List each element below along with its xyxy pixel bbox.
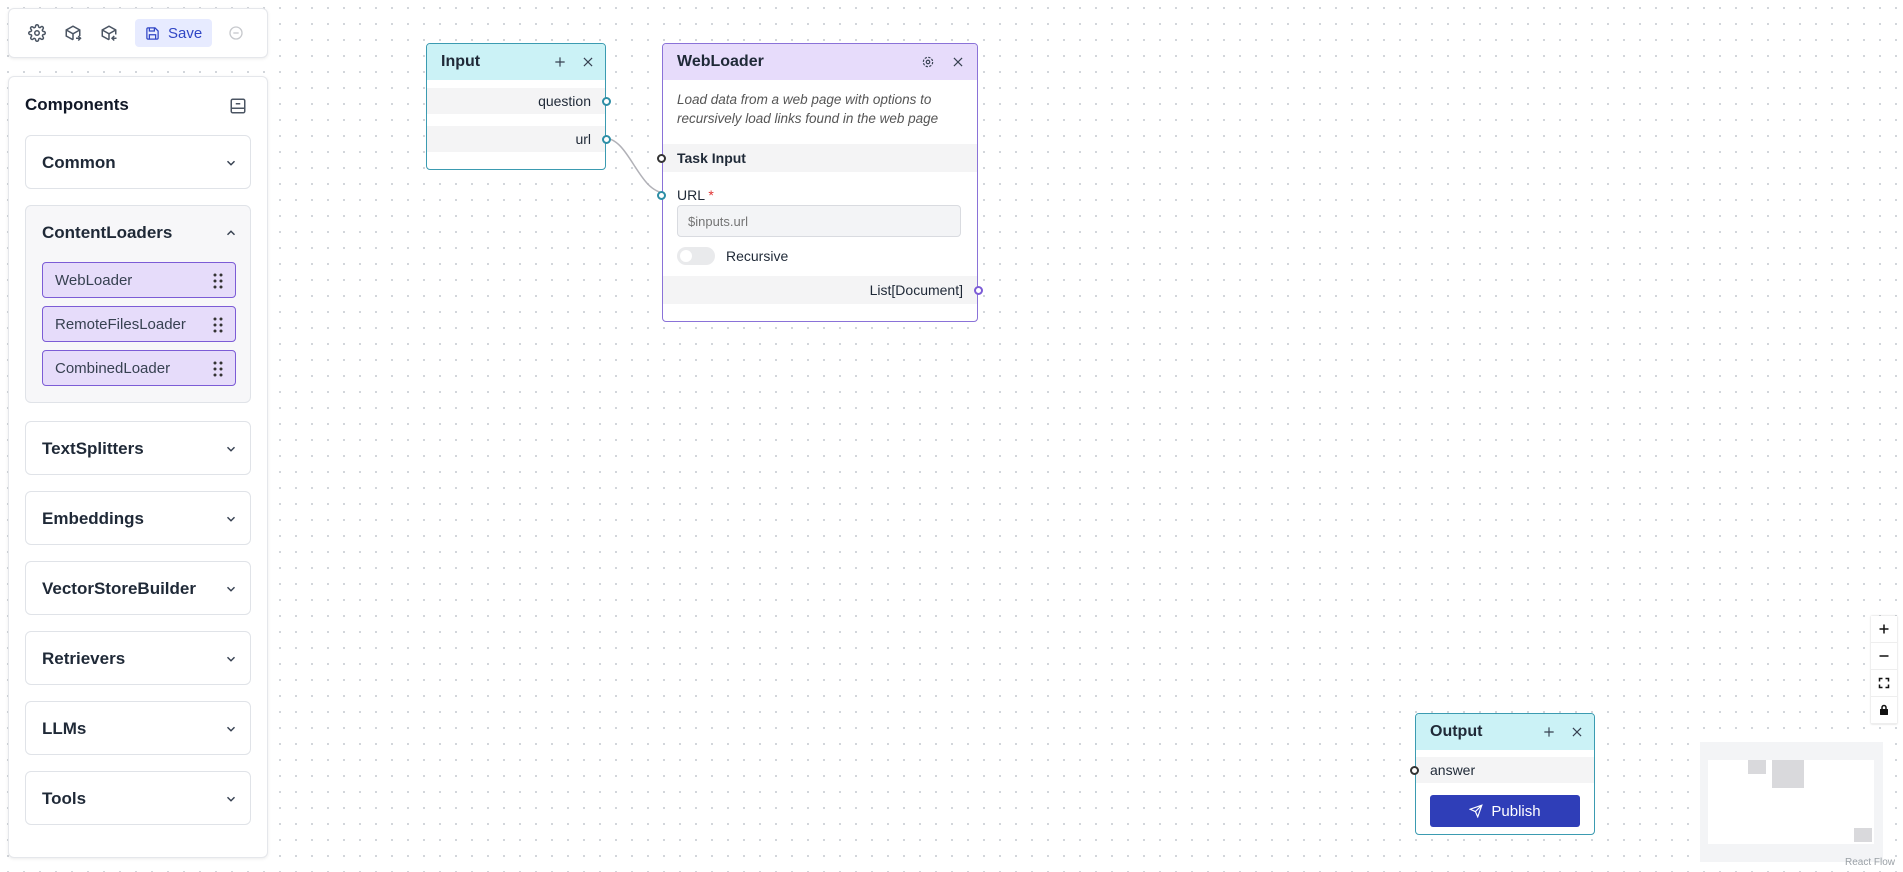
field-url: url	[575, 131, 591, 147]
category-label: VectorStoreBuilder	[42, 579, 196, 598]
recursive-toggle[interactable]	[677, 247, 715, 265]
category-embeddings[interactable]: Embeddings	[25, 491, 251, 545]
minus-icon	[1879, 655, 1889, 657]
minimap-node	[1854, 828, 1872, 842]
lock-button[interactable]	[1871, 697, 1897, 724]
category-tools[interactable]: Tools	[25, 771, 251, 825]
category-textsplitters[interactable]: TextSplitters	[25, 421, 251, 475]
floppy-disk-icon	[146, 26, 159, 40]
node-title: Output	[1430, 723, 1483, 740]
url-field-label: URL *	[677, 187, 714, 203]
minimap[interactable]	[1700, 742, 1883, 862]
chevron-down-icon	[226, 160, 236, 166]
category-label: Common	[42, 153, 116, 172]
component-item-webloader[interactable]: WebLoader	[42, 262, 236, 298]
component-label: WebLoader	[55, 272, 133, 289]
status-indicator	[222, 19, 250, 47]
input-handle-task[interactable]	[657, 154, 666, 163]
react-flow-attribution[interactable]: React Flow	[1845, 857, 1895, 868]
collapse-sidebar-icon[interactable]	[229, 97, 247, 115]
import-button[interactable]	[93, 17, 125, 49]
field-question: question	[538, 93, 591, 109]
category-common[interactable]: Common	[25, 135, 251, 189]
close-icon[interactable]	[951, 55, 965, 69]
url-label-text: URL	[677, 187, 705, 203]
export-button[interactable]	[57, 17, 89, 49]
save-label: Save	[168, 24, 203, 42]
toggle-knob	[680, 250, 692, 262]
chevron-up-icon	[226, 230, 236, 236]
category-label: Retrievers	[42, 649, 126, 668]
plus-icon	[1879, 624, 1889, 634]
category-contentloaders[interactable]: ContentLoaders WebLoader RemoteFilesLoad…	[25, 205, 251, 403]
input-handle-answer[interactable]	[1410, 766, 1419, 775]
input-node[interactable]: Input question url	[426, 43, 611, 170]
category-llms[interactable]: LLMs	[25, 701, 251, 755]
component-item-combinedloader[interactable]: CombinedLoader	[42, 350, 236, 386]
component-item-remotefilesloader[interactable]: RemoteFilesLoader	[42, 306, 236, 342]
lock-icon	[1880, 704, 1888, 715]
category-label: Embeddings	[42, 509, 145, 528]
category-label: TextSplitters	[42, 439, 144, 458]
plus-icon[interactable]	[553, 55, 567, 69]
publish-label: Publish	[1491, 802, 1541, 820]
url-input[interactable]	[677, 205, 961, 237]
flow-controls	[1871, 616, 1897, 724]
category-label: LLMs	[42, 719, 87, 738]
output-handle-question[interactable]	[602, 97, 611, 106]
chevron-down-icon	[226, 446, 236, 452]
required-mark: *	[708, 187, 714, 203]
save-button[interactable]: Save	[135, 19, 213, 47]
output-node[interactable]: Output answer Publish	[1410, 713, 1595, 835]
settings-button[interactable]	[21, 17, 53, 49]
field-answer: answer	[1430, 762, 1476, 778]
component-label: RemoteFilesLoader	[55, 316, 186, 333]
fit-view-icon	[1878, 677, 1890, 689]
chevron-down-icon	[226, 586, 236, 592]
chevron-down-icon	[226, 796, 236, 802]
drag-handle-icon[interactable]	[213, 273, 223, 289]
webloader-node[interactable]: WebLoader Load data from a web page with…	[657, 43, 983, 322]
output-handle-url[interactable]	[602, 135, 611, 144]
zoom-out-button[interactable]	[1871, 643, 1897, 670]
publish-button[interactable]: Publish	[1430, 795, 1580, 827]
task-input-label: Task Input	[677, 150, 746, 166]
close-icon[interactable]	[1570, 725, 1584, 739]
category-retrievers[interactable]: Retrievers	[25, 631, 251, 685]
zoom-in-button[interactable]	[1871, 616, 1897, 643]
node-description: Load data from a web page with options t…	[677, 92, 939, 126]
fit-view-button[interactable]	[1871, 670, 1897, 697]
drag-handle-icon[interactable]	[213, 317, 223, 333]
input-handle-url[interactable]	[657, 191, 666, 200]
cube-export-icon	[65, 25, 82, 42]
gear-icon	[28, 24, 46, 42]
top-toolbar: Save	[8, 8, 268, 58]
category-vectorstorebuilder[interactable]: VectorStoreBuilder	[25, 561, 251, 615]
output-type-label: List[Document]	[869, 282, 963, 298]
cube-import-icon	[101, 25, 117, 42]
minimap-viewport	[1708, 760, 1874, 844]
category-label: Tools	[42, 789, 87, 808]
send-icon	[1469, 804, 1484, 818]
plus-icon[interactable]	[1542, 725, 1556, 739]
drag-handle-icon[interactable]	[213, 361, 223, 377]
chevron-down-icon	[226, 726, 236, 732]
component-label: CombinedLoader	[55, 360, 171, 377]
close-icon[interactable]	[581, 55, 595, 69]
category-label: ContentLoaders	[42, 223, 173, 242]
recursive-label: Recursive	[726, 248, 789, 264]
chevron-down-icon	[226, 656, 236, 662]
circle-dashed-icon	[229, 26, 243, 40]
components-sidebar: Components Common ContentLoaders WebLoad…	[8, 76, 268, 858]
node-title: Input	[441, 53, 481, 70]
chevron-down-icon	[226, 516, 236, 522]
minimap-node	[1748, 760, 1766, 774]
minimap-node	[1772, 760, 1804, 788]
node-title: WebLoader	[677, 53, 764, 70]
sidebar-title: Components	[25, 95, 129, 114]
gear-icon[interactable]	[921, 55, 935, 69]
output-handle-documents[interactable]	[974, 286, 983, 295]
